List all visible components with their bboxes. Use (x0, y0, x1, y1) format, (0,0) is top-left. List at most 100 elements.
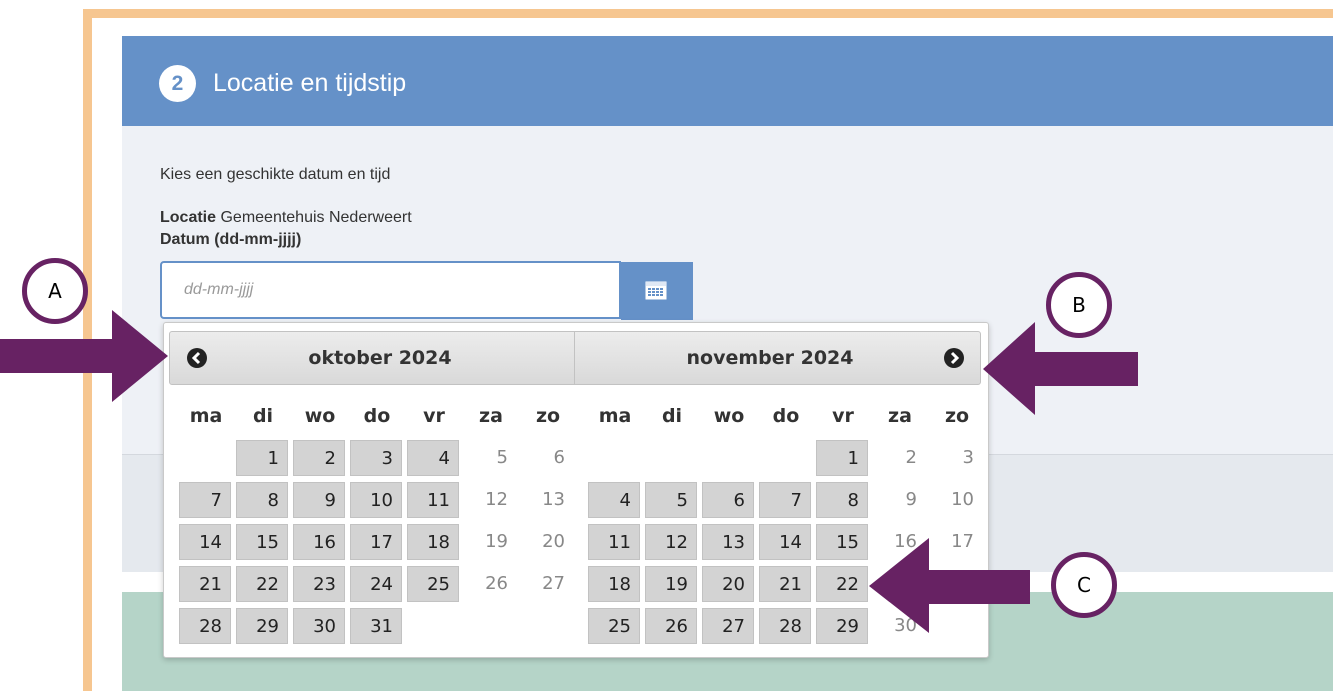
arrow-b (983, 322, 1138, 415)
day-available[interactable]: 15 (236, 524, 288, 560)
weekday-vr: vr (832, 405, 854, 427)
prev-month-button[interactable] (187, 348, 207, 368)
day-available[interactable]: 11 (588, 524, 640, 560)
day-unavailable: 3 (962, 447, 974, 468)
weekday-za: za (479, 405, 503, 427)
date-input[interactable] (160, 261, 621, 319)
day-available[interactable]: 4 (407, 440, 459, 476)
day-available[interactable]: 29 (816, 608, 868, 644)
date-label: Datum (dd-mm-jjjj) (160, 231, 302, 248)
day-available[interactable]: 22 (816, 566, 868, 602)
datepicker-header: oktober 2024 november 2024 (169, 331, 981, 385)
day-unavailable: 13 (542, 489, 565, 510)
day-unavailable: 19 (485, 531, 508, 552)
instruction-text: Kies een geschikte datum en tijd (160, 166, 391, 183)
day-unavailable: 2 (905, 447, 917, 468)
day-available[interactable]: 1 (236, 440, 288, 476)
day-available[interactable]: 20 (702, 566, 754, 602)
day-available[interactable]: 14 (759, 524, 811, 560)
step-number: 2 (159, 65, 196, 102)
day-unavailable: 5 (496, 447, 508, 468)
day-available[interactable]: 27 (702, 608, 754, 644)
day-available[interactable]: 16 (293, 524, 345, 560)
weekday-header-row: ma di wo do vr za zo (588, 395, 988, 437)
day-available[interactable]: 19 (645, 566, 697, 602)
day-unavailable: 12 (485, 489, 508, 510)
step-title: Locatie en tijdstip (213, 69, 407, 97)
day-available[interactable]: 21 (759, 566, 811, 602)
calendar-button[interactable] (621, 262, 693, 320)
location-line: Locatie Gemeentehuis Nederweert (160, 209, 412, 227)
weekday-ma: ma (598, 405, 632, 427)
day-available[interactable]: 4 (588, 482, 640, 518)
day-available[interactable]: 8 (816, 482, 868, 518)
arrow-c (869, 538, 1030, 633)
day-unavailable: 26 (485, 573, 508, 594)
calendar-icon (645, 281, 667, 300)
week-row: 28 29 30 31 (179, 605, 579, 647)
weekday-do: do (363, 405, 391, 427)
header-divider (574, 332, 575, 384)
day-available[interactable]: 5 (645, 482, 697, 518)
chevron-right-circle-icon (950, 351, 960, 365)
day-available[interactable]: 9 (293, 482, 345, 518)
day-unavailable: 20 (542, 531, 565, 552)
weekday-wo: wo (713, 405, 745, 427)
day-available[interactable]: 31 (350, 608, 402, 644)
day-available[interactable]: 25 (588, 608, 640, 644)
day-available[interactable]: 8 (236, 482, 288, 518)
day-available[interactable]: 2 (293, 440, 345, 476)
day-available[interactable]: 24 (350, 566, 402, 602)
day-available[interactable]: 21 (179, 566, 231, 602)
day-available[interactable]: 28 (759, 608, 811, 644)
day-available[interactable]: 28 (179, 608, 231, 644)
weekday-ma: ma (189, 405, 223, 427)
day-available[interactable]: 11 (407, 482, 459, 518)
arrow-a (0, 310, 168, 402)
weekday-za: za (888, 405, 912, 427)
annotation-marker-c: C (1051, 552, 1117, 618)
next-month-button[interactable] (944, 348, 964, 368)
day-available[interactable]: 18 (588, 566, 640, 602)
day-available[interactable]: 13 (702, 524, 754, 560)
day-unavailable: 9 (905, 489, 917, 510)
location-value: Gemeentehuis Nederweert (220, 209, 412, 226)
day-available[interactable]: 25 (407, 566, 459, 602)
weekday-zo: zo (535, 405, 561, 427)
weekday-vr: vr (423, 405, 445, 427)
location-label: Locatie (160, 209, 217, 226)
step-header: 2 Locatie en tijdstip (122, 36, 1333, 126)
annotation-marker-a: A (22, 258, 88, 324)
day-available[interactable]: 30 (293, 608, 345, 644)
week-row: 1 2 3 (588, 437, 988, 479)
day-available[interactable]: 18 (407, 524, 459, 560)
day-available[interactable]: 7 (179, 482, 231, 518)
week-row: 14 15 16 17 18 19 20 (179, 521, 579, 563)
month-title-november: november 2024 (686, 347, 854, 369)
chevron-left-circle-icon (191, 351, 201, 365)
annotation-marker-b: B (1046, 272, 1112, 338)
day-available[interactable]: 14 (179, 524, 231, 560)
day-unavailable: 27 (542, 573, 565, 594)
weekday-di: di (252, 405, 274, 427)
day-available[interactable]: 23 (293, 566, 345, 602)
day-available[interactable]: 29 (236, 608, 288, 644)
day-available[interactable]: 17 (350, 524, 402, 560)
month-title-october: oktober 2024 (308, 347, 452, 369)
weekday-wo: wo (304, 405, 336, 427)
day-available[interactable]: 12 (645, 524, 697, 560)
day-available[interactable]: 3 (350, 440, 402, 476)
day-available[interactable]: 22 (236, 566, 288, 602)
month-grid-october: ma di wo do vr za zo 1 2 3 4 5 6 7 8 9 10 11 12 13 14 15 16 17 1… (179, 395, 579, 647)
day-available[interactable]: 7 (759, 482, 811, 518)
datepicker-popup: oktober 2024 november 2024 ma di wo do vr za z… (163, 322, 989, 658)
day-available[interactable]: 1 (816, 440, 868, 476)
day-available[interactable]: 26 (645, 608, 697, 644)
day-available[interactable]: 10 (350, 482, 402, 518)
week-row: 21 22 23 24 25 26 27 (179, 563, 579, 605)
weekday-di: di (661, 405, 683, 427)
week-row: 7 8 9 10 11 12 13 (179, 479, 579, 521)
day-unavailable: 6 (553, 447, 565, 468)
day-available[interactable]: 6 (702, 482, 754, 518)
day-available[interactable]: 15 (816, 524, 868, 560)
